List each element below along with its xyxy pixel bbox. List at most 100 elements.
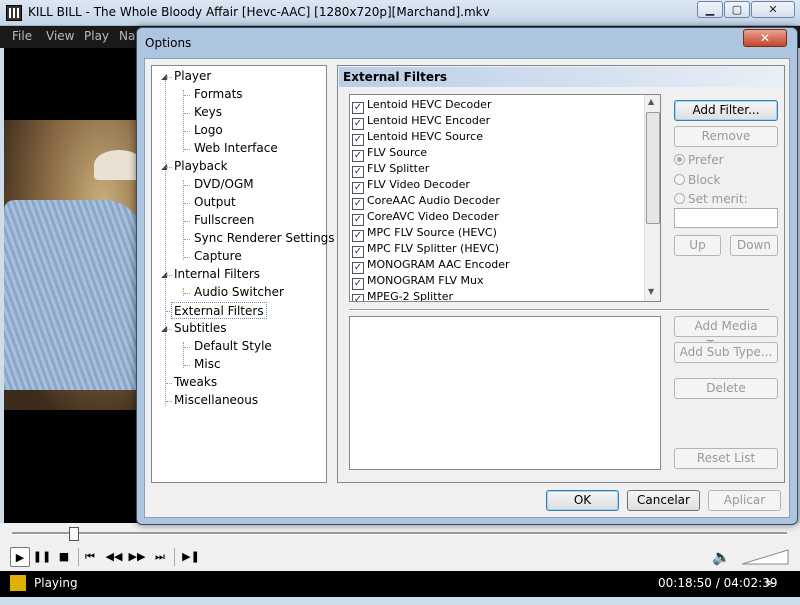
merit-input[interactable] [674,208,778,228]
filter-name: Lentoid HEVC Source [367,130,483,143]
tree-item-internal-filters[interactable]: Internal Filters [174,266,260,283]
filter-row[interactable]: ✓ MONOGRAM FLV Mux [352,273,484,290]
seek-track[interactable] [12,532,787,535]
seek-handle[interactable] [69,527,79,541]
stop-button[interactable]: ■ [54,547,74,567]
filter-name: CoreAAC Audio Decoder [367,194,500,207]
tree-line [184,131,190,132]
filter-name: MPC FLV Source (HEVC) [367,226,497,239]
tree-line [184,149,190,150]
dialog-body: ◢ Player Formats Keys Logo Web Interface ◢ Play… [144,58,790,518]
tree-item-capture[interactable]: Capture [194,248,242,265]
filter-row[interactable]: ✓ MPC FLV Source (HEVC) [352,225,497,242]
block-radio[interactable]: Block [674,173,720,187]
tree-line [166,167,172,168]
filter-name: MPEG-2 Splitter [367,290,454,302]
scroll-down-icon[interactable]: ▼ [648,287,654,296]
reset-list-button[interactable]: Reset List [674,448,778,469]
tree-line [184,203,190,204]
radio-indicator [674,174,685,185]
tree-item-web-interface[interactable]: Web Interface [194,140,278,157]
tree-item-audio-switcher[interactable]: Audio Switcher [194,284,284,301]
filter-list[interactable]: ▲ ▼ ✓ Lentoid HEVC Decoder ✓ Lentoid HEVC E… [349,94,661,302]
add-media-type-button[interactable]: Add Media Type... [674,316,778,352]
previous-button[interactable]: ⏮ [80,547,100,567]
scroll-up-icon[interactable]: ▲ [648,97,654,106]
tree-line [183,288,184,296]
filter-row[interactable]: ✓ Lentoid HEVC Decoder [352,97,491,114]
volume-slider[interactable] [742,548,790,566]
cancel-button[interactable]: Cancelar [627,490,700,511]
filter-row[interactable]: ✓ MPEG-2 Splitter [352,289,454,302]
filter-row[interactable]: ✓ FLV Video Decoder [352,177,470,194]
down-button[interactable]: Down [730,235,778,256]
tree-line [166,329,172,330]
next-button[interactable]: ⏭ [150,547,170,567]
tree-item-sync-renderer-settings[interactable]: Sync Renderer Settings [194,230,335,247]
filter-checkbox[interactable]: ✓ [352,294,364,301]
filter-row[interactable]: ✓ Lentoid HEVC Source [352,129,483,146]
filter-list-scrollbar[interactable]: ▲ ▼ [644,95,660,301]
tree-item-playback[interactable]: Playback [174,158,228,175]
play-button[interactable]: ▶ [10,547,30,567]
audio-stream-icon[interactable]: ⫸ [766,575,773,590]
filter-row[interactable]: ✓ CoreAVC Video Decoder [352,209,499,226]
add-filter-button[interactable]: Add Filter... [674,100,778,121]
close-button[interactable]: ✕ [751,1,795,18]
filter-row[interactable]: ✓ MPC FLV Splitter (HEVC) [352,241,499,258]
tree-item-external-filters[interactable]: External Filters [171,302,267,319]
controls-separator [174,548,175,566]
tree-item-keys[interactable]: Keys [194,104,222,121]
apply-button[interactable]: Aplicar [708,490,781,511]
minimize-button[interactable]: ▁ [697,1,723,18]
menu-navigate[interactable]: Na [119,29,135,43]
window-title: KILL BILL - The Whole Bloody Affair [Hev… [28,5,490,19]
tree-item-tweaks[interactable]: Tweaks [174,374,217,391]
filter-row[interactable]: ✓ MONOGRAM AAC Encoder [352,257,510,274]
up-button[interactable]: Up [674,235,721,256]
tree-line [184,257,190,258]
set-merit-radio[interactable]: Set merit: [674,192,748,206]
tree-item-default-style[interactable]: Default Style [194,338,272,355]
filter-row[interactable]: ✓ FLV Splitter [352,161,430,178]
remove-button[interactable]: Remove [674,126,778,147]
volume-icon[interactable]: 🔈 [712,547,732,567]
menu-view[interactable]: View [46,29,74,43]
tree-item-dvd-ogm[interactable]: DVD/OGM [194,176,254,193]
filter-name: MONOGRAM AAC Encoder [367,258,510,271]
filter-row[interactable]: ✓ Lentoid HEVC Encoder [352,113,490,130]
dialog-close-button[interactable]: ✕ [743,29,787,47]
scroll-thumb[interactable] [646,112,660,224]
maximize-button[interactable]: ▢ [724,1,750,18]
tree-item-logo[interactable]: Logo [194,122,223,139]
tree-item-miscellaneous[interactable]: Miscellaneous [174,392,258,409]
tree-line [184,185,190,186]
tree-line [184,365,190,366]
video-figure [4,200,144,390]
delete-button[interactable]: Delete [674,378,778,399]
media-types-list[interactable] [349,316,661,470]
tree-item-subtitles[interactable]: Subtitles [174,320,227,337]
fast-forward-button[interactable]: ▶▶ [127,547,147,567]
rewind-button[interactable]: ◀◀ [104,547,124,567]
prefer-radio[interactable]: Prefer [674,153,724,167]
filter-row[interactable]: ✓ CoreAAC Audio Decoder [352,193,500,210]
filter-name: FLV Video Decoder [367,178,470,191]
dialog-title: Options [145,36,192,50]
tree-item-misc[interactable]: Misc [194,356,221,373]
menu-file[interactable]: File [12,29,32,43]
tree-line [184,239,190,240]
seekbar[interactable] [0,523,800,543]
filter-name: FLV Splitter [367,162,430,175]
filter-name: CoreAVC Video Decoder [367,210,499,223]
filter-row[interactable]: ✓ FLV Source [352,145,427,162]
ok-button[interactable]: OK [546,490,619,511]
menu-play[interactable]: Play [84,29,109,43]
tree-item-formats[interactable]: Formats [194,86,243,103]
tree-item-output[interactable]: Output [194,194,236,211]
tree-item-fullscreen[interactable]: Fullscreen [194,212,254,229]
pause-button[interactable]: ❚❚ [32,547,52,567]
tree-item-player[interactable]: Player [174,68,211,85]
add-sub-type-button[interactable]: Add Sub Type... [674,342,778,363]
frame-step-button[interactable]: ▶❚ [181,547,201,567]
